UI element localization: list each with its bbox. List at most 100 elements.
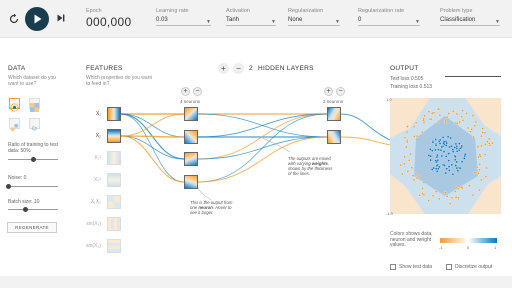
layer2-neuron-1[interactable] [327,107,341,121]
data-point-outer [412,125,416,128]
data-point-inner [444,155,448,158]
data-point-inner [455,166,459,170]
data-point-outer [415,176,419,180]
layer2-remove-neuron-button[interactable]: − [336,87,345,96]
data-point-outer [470,128,473,131]
data-point-inner [458,142,461,145]
layer2-add-neuron-button[interactable]: + [324,87,333,96]
data-point-outer [422,181,426,184]
data-point-outer [405,145,408,149]
data-point-outer [406,140,409,144]
layer1-neuron-3[interactable] [184,152,198,166]
data-point-inner [451,148,454,151]
test-loss-chart [445,76,501,77]
data-point-outer [418,194,421,197]
data-point-outer [485,166,488,170]
data-point-outer [469,130,472,133]
data-point-outer [452,110,455,113]
data-point-outer [476,145,480,148]
show-test-data-checkbox[interactable] [390,264,396,270]
data-point-inner [454,164,458,167]
data-point-outer [478,162,481,166]
data-point-outer [466,126,470,130]
axis-tick-top: 1.0 [386,97,392,102]
layer1-remove-neuron-button[interactable]: − [193,87,202,96]
data-point-inner [440,154,444,158]
data-point-outer [421,187,424,190]
test-loss: Test loss 0.505 [390,76,424,82]
data-point-outer [417,174,421,178]
data-point-outer [429,117,433,121]
data-point-inner [447,159,450,162]
remove-layer-button[interactable]: − [233,63,244,74]
data-point-outer [471,193,475,197]
data-point-outer [475,166,479,169]
data-point-inner [439,138,442,142]
neuron-annotation: This is the output from one neuron. Hove… [190,200,234,215]
layer1-neuron-1[interactable] [184,107,198,121]
data-point-inner [429,148,432,151]
discretize-output-checkbox[interactable] [446,264,452,270]
hidden-layers-count: 2 [249,65,253,72]
data-point-outer [403,136,407,139]
layer1-add-neuron-button[interactable]: + [181,87,190,96]
data-point-outer [458,120,461,124]
data-point-outer [423,114,426,117]
data-point-inner [434,144,438,147]
data-point-inner [429,158,432,162]
data-point-outer [422,117,425,121]
data-point-outer [478,168,481,172]
data-point-inner [458,166,462,170]
data-point-inner [450,144,453,148]
add-layer-button[interactable]: + [218,63,229,74]
data-point-outer [480,178,483,182]
data-point-outer [437,107,440,111]
data-point-inner [435,164,439,168]
data-point-outer [486,140,489,143]
data-point-outer [415,134,419,138]
layer1-neuron-4[interactable] [184,175,198,189]
data-point-outer [481,131,484,134]
data-point-outer [455,122,459,125]
data-point-outer [411,174,415,177]
layer1-neuron-count: 4 neurons [180,99,201,104]
data-point-inner [445,167,448,170]
data-point-inner [446,135,450,138]
data-point-inner [451,172,455,176]
data-point-outer [445,115,449,119]
data-point-outer [414,121,418,124]
data-point-outer [420,131,424,134]
discretize-output-label: Discretize output [455,264,493,270]
data-point-outer [480,134,483,138]
data-point-inner [452,150,455,153]
data-point-outer [479,155,482,158]
data-point-outer [477,172,480,175]
data-point-inner [455,147,459,150]
data-point-outer [431,194,435,197]
data-point-inner [456,169,460,172]
data-point-inner [449,136,452,140]
layer2-neuron-2[interactable] [327,130,341,144]
data-point-outer [483,131,487,135]
data-point-outer [460,115,463,118]
data-point-inner [445,141,448,145]
data-point-inner [434,167,438,170]
data-point-outer [455,112,459,116]
layer1-neuron-2[interactable] [184,130,198,144]
data-point-outer [447,112,450,115]
data-point-outer [403,155,406,159]
data-point-inner [434,138,437,141]
data-point-outer [461,119,465,122]
data-point-outer [431,111,434,115]
data-point-outer [444,119,447,123]
data-point-outer [468,184,471,187]
legend-min: -1 [439,245,443,250]
output-plot[interactable] [390,98,501,214]
data-point-outer [437,119,441,123]
data-point-inner [455,150,459,153]
data-point-outer [454,196,458,199]
data-point-outer [491,141,494,145]
data-point-outer [422,121,426,124]
data-point-inner [429,154,432,158]
data-point-outer [434,190,438,193]
